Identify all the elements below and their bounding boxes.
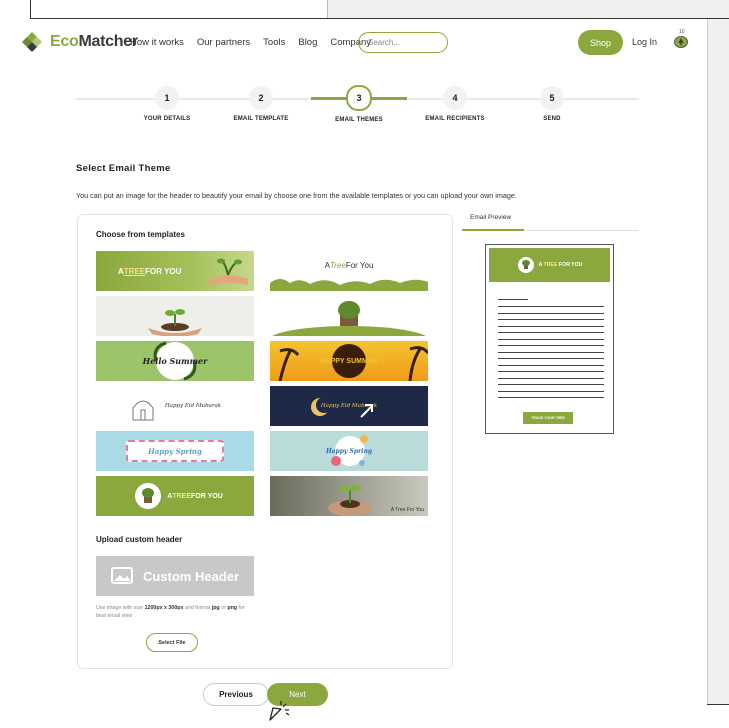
template-eid-dark[interactable]: Happy Eid Mubarak	[270, 386, 428, 426]
login-link[interactable]: Log In	[632, 37, 657, 47]
preview-text-line	[498, 319, 604, 320]
page-description: You can put an image for the header to b…	[76, 191, 517, 200]
template-label: A TREE FOR YOU	[167, 492, 223, 500]
preview-text-line	[498, 377, 604, 379]
template-label: A Tree For You	[390, 507, 424, 513]
step-number: 4	[443, 86, 467, 110]
template-hands-sapling-photo[interactable]: A Tree For You	[270, 476, 428, 516]
cursor-arrow-icon	[360, 404, 373, 418]
window-frame-bottom	[707, 704, 729, 705]
previous-button[interactable]: Previous	[203, 683, 269, 706]
site-header: EcoMatcher How it works Our partners Too…	[0, 20, 706, 70]
hands-seedling-icon	[148, 309, 202, 336]
tree-basket-icon[interactable]	[673, 31, 689, 49]
templates-title: Choose from templates	[96, 230, 185, 239]
preview-text-line	[498, 364, 604, 366]
preview-text-line	[498, 332, 604, 333]
template-label: Hello Summer	[142, 356, 208, 366]
step-5[interactable]: 5 SEND	[492, 86, 612, 122]
nav-tools[interactable]: Tools	[263, 37, 285, 48]
window-frame-gray	[327, 0, 729, 18]
progress-stepper: 1 YOUR DETAILS 2 EMAIL TEMPLATE 3 EMAIL …	[0, 85, 706, 126]
nav-our-partners[interactable]: Our partners	[197, 37, 250, 48]
window-scrollbar[interactable]	[707, 19, 729, 705]
preview-text-line	[498, 390, 604, 392]
preview-track-button: TRACK YOUR TREE	[523, 412, 573, 424]
preview-text-line	[498, 371, 604, 372]
step-number: 5	[540, 86, 564, 110]
tree-circle-icon	[517, 257, 534, 273]
template-hello-summer[interactable]: Hello Summer	[96, 341, 254, 381]
image-icon	[110, 567, 133, 584]
preview-text-line	[498, 338, 604, 340]
site-logo[interactable]: EcoMatcher	[20, 30, 138, 54]
step-number: 2	[249, 86, 273, 110]
preview-text-line	[498, 306, 604, 307]
preview-text-line	[498, 384, 604, 385]
window-frame-top	[30, 0, 729, 19]
click-cursor-icon	[269, 701, 290, 721]
hands-sapling-icon	[328, 485, 372, 516]
template-label: Happy Eid Mubarak	[164, 403, 222, 409]
search-input[interactable]: Search...	[358, 32, 448, 53]
email-preview: A TREE FOR YOU TRACK YOUR TREE	[485, 244, 614, 434]
preview-text-line	[498, 358, 604, 359]
custom-header-label: Custom Header	[142, 568, 240, 584]
logo-text-matcher: Matcher	[78, 33, 138, 50]
custom-header-placeholder[interactable]: Custom Header	[96, 556, 254, 596]
page-title: Select Email Theme	[76, 163, 171, 174]
template-label: Happy Spring	[148, 446, 202, 456]
logo-text: EcoMatcher	[50, 33, 138, 51]
preview-text-line	[498, 397, 604, 398]
template-tree-hill[interactable]	[270, 296, 428, 336]
hand-plant-icon	[208, 258, 248, 285]
logo-text-eco: Eco	[50, 33, 79, 50]
nav-blog[interactable]: Blog	[298, 37, 317, 48]
preview-text-line	[498, 351, 604, 353]
preview-text-line	[498, 299, 528, 300]
forest-silhouette-icon	[270, 279, 428, 291]
template-tree-for-you-hand[interactable]: A TREE FOR YOU	[96, 251, 254, 291]
select-file-button[interactable]: Select File	[146, 633, 198, 652]
nav-how-it-works[interactable]: How it works	[130, 37, 184, 48]
preview-text-line	[498, 325, 604, 327]
template-tree-for-you-circle[interactable]: A TREE FOR YOU	[96, 476, 254, 516]
shop-button[interactable]: Shop	[578, 30, 623, 55]
template-label: Happy Eid Mubarak	[320, 403, 378, 409]
template-happy-summer[interactable]: HAPPY SUMMER	[270, 341, 428, 381]
template-label: Happy Spring	[325, 447, 373, 455]
step-number: 1	[155, 86, 179, 110]
preview-header-banner: A TREE FOR YOU	[489, 248, 610, 282]
ecomatcher-logo-icon	[22, 32, 42, 52]
templates-card: Choose from templates A TREE FOR YOU A T…	[77, 214, 453, 669]
main-nav: How it works Our partners Tools Blog Com…	[130, 37, 384, 48]
preview-text-line	[498, 345, 604, 346]
upload-hint: Use image with size 1200px x 300px and f…	[96, 605, 245, 620]
template-label: HAPPY SUMMER	[320, 357, 378, 365]
tab-email-preview[interactable]: Email Preview	[470, 214, 511, 221]
upload-title: Upload custom header	[96, 535, 183, 544]
preview-header-text: A TREE FOR YOU	[538, 262, 583, 268]
tree-hill-icon	[272, 301, 426, 336]
template-happy-spring-teal[interactable]: Happy Spring	[270, 431, 428, 471]
template-hands-seedling[interactable]	[96, 296, 254, 336]
template-eid-light[interactable]: Happy Eid Mubarak	[96, 386, 254, 426]
preview-tab-active-underline	[462, 229, 524, 231]
step-label: SEND	[543, 116, 561, 122]
preview-text-line	[498, 312, 604, 314]
template-happy-spring-blue[interactable]: Happy Spring	[96, 431, 254, 471]
step-number-active: 3	[346, 85, 372, 111]
template-tree-for-you-forest[interactable]: A Tree For You	[270, 251, 428, 291]
